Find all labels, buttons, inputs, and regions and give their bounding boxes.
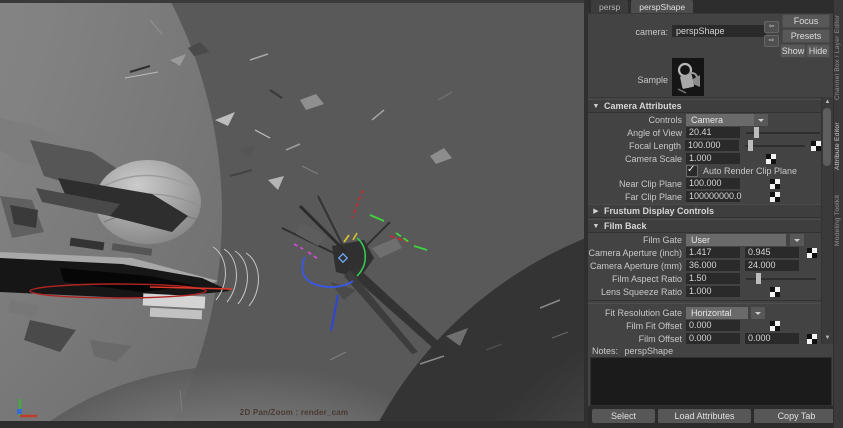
- section-collapsed-icon: ▶: [593, 208, 599, 215]
- sample-swatch[interactable]: [672, 58, 704, 96]
- near-clip-field[interactable]: 100.000: [686, 178, 740, 189]
- auto-render-clip-checkbox[interactable]: [686, 164, 698, 177]
- scroll-down-icon[interactable]: ▼: [823, 334, 832, 343]
- maya-window: 2D Pan/Zoom : render_cam persp perspShap…: [0, 0, 843, 428]
- texture-map-icon[interactable]: [770, 320, 780, 331]
- show-button[interactable]: Show: [780, 44, 806, 58]
- texture-map-icon[interactable]: [770, 178, 780, 189]
- film-gate-dropdown[interactable]: User: [686, 233, 786, 246]
- film-offset-x-field[interactable]: 0.000: [686, 333, 740, 344]
- row-film-aspect: Film Aspect Ratio 1.50: [588, 272, 821, 285]
- aperture-inch-x-field[interactable]: 1.417: [686, 247, 740, 258]
- controls-dropdown[interactable]: Camera: [686, 113, 754, 126]
- viewport-scene: [0, 0, 588, 428]
- row-film-fit-offset: Film Fit Offset 0.000: [588, 319, 821, 332]
- aperture-inch-y-field[interactable]: 0.945: [745, 247, 799, 258]
- panel-scrollbar[interactable]: ▲ ▼: [821, 97, 833, 344]
- separator: [588, 300, 821, 304]
- texture-map-icon[interactable]: [766, 153, 776, 164]
- notes-node-name: perspShape: [624, 346, 674, 356]
- far-clip-field[interactable]: 100000000.0: [686, 191, 742, 202]
- row-near-clip: Near Clip Plane 100.000: [588, 177, 821, 190]
- output-connection-icon[interactable]: ⇨: [764, 35, 779, 47]
- panel-header: camera: perspShape ⇦ ⇨ Focus Presets Sho…: [588, 13, 843, 97]
- attribute-scroll-area: ▼ Camera Attributes Controls Camera Angl…: [588, 97, 821, 345]
- fit-resolution-dropdown[interactable]: Horizontal: [686, 306, 748, 319]
- focal-length-slider[interactable]: [745, 140, 805, 151]
- viewport-3d[interactable]: 2D Pan/Zoom : render_cam: [0, 0, 588, 428]
- chevron-down-icon[interactable]: [751, 306, 765, 319]
- camera-scale-field[interactable]: 1.000: [686, 153, 740, 164]
- vertical-tab-modeling-toolkit[interactable]: Modeling Toolkit: [834, 176, 843, 246]
- texture-map-icon[interactable]: [770, 191, 780, 202]
- row-angle-of-view: Angle of View 20.41: [588, 126, 821, 139]
- presets-button[interactable]: Presets: [782, 29, 830, 43]
- scrollbar-thumb[interactable]: [823, 108, 831, 166]
- row-film-gate: Film Gate User: [588, 233, 821, 246]
- vertical-tab-channel-box[interactable]: Channel Box / Layer Editor: [834, 4, 843, 100]
- lens-squeeze-field[interactable]: 1.000: [686, 286, 740, 297]
- slider-handle[interactable]: [748, 140, 753, 151]
- angle-of-view-slider[interactable]: [746, 127, 820, 138]
- film-aspect-slider[interactable]: [746, 273, 816, 284]
- sample-label: Sample: [637, 75, 668, 85]
- texture-map-icon[interactable]: [807, 247, 817, 258]
- attribute-editor: persp perspShape camera: perspShape ⇦ ⇨ …: [588, 0, 843, 428]
- row-fit-resolution-gate: Fit Resolution Gate Horizontal: [588, 306, 821, 319]
- tab-persp[interactable]: persp: [591, 0, 629, 13]
- load-attributes-button[interactable]: Load Attributes: [658, 409, 751, 423]
- row-film-offset: Film Offset 0.000 0.000: [588, 332, 821, 345]
- camera-sample-icon: [677, 62, 700, 94]
- film-offset-y-field[interactable]: 0.000: [745, 333, 799, 344]
- viewport-bottom-border: [0, 421, 588, 428]
- row-lens-squeeze: Lens Squeeze Ratio 1.000: [588, 285, 821, 298]
- texture-map-icon[interactable]: [770, 286, 780, 297]
- notes-label: Notes:: [592, 346, 619, 356]
- chevron-down-icon[interactable]: [754, 113, 768, 126]
- pan-zoom-hud: 2D Pan/Zoom : render_cam: [239, 408, 349, 417]
- aperture-mm-y-field[interactable]: 24.000: [745, 260, 799, 271]
- panel-footer: Select Load Attributes Copy Tab: [588, 406, 843, 428]
- section-frustum-display[interactable]: ▶ Frustum Display Controls: [588, 204, 821, 218]
- hide-button[interactable]: Hide: [806, 44, 830, 58]
- row-far-clip: Far Clip Plane 100000000.0: [588, 190, 821, 203]
- camera-name-field[interactable]: perspShape: [672, 25, 766, 37]
- section-camera-attributes[interactable]: ▼ Camera Attributes: [588, 99, 821, 113]
- notes-textarea[interactable]: [590, 357, 832, 406]
- row-focal-length: Focal Length 100.000: [588, 139, 821, 152]
- select-button[interactable]: Select: [592, 409, 655, 423]
- texture-map-icon[interactable]: [807, 333, 817, 344]
- copy-tab-button[interactable]: Copy Tab: [754, 409, 839, 423]
- row-controls: Controls Camera: [588, 113, 821, 126]
- angle-of-view-field[interactable]: 20.41: [686, 127, 740, 138]
- section-expanded-icon: ▼: [592, 102, 600, 110]
- right-dock-strip: Channel Box / Layer Editor Attribute Edi…: [833, 0, 843, 428]
- chevron-down-icon[interactable]: [790, 233, 804, 246]
- section-film-back[interactable]: ▼ Film Back: [588, 219, 821, 233]
- node-tabbar: persp perspShape: [588, 0, 843, 14]
- shake-enabled-checkbox[interactable]: [686, 344, 698, 345]
- film-aspect-field[interactable]: 1.50: [686, 273, 740, 284]
- texture-map-icon[interactable]: [811, 140, 821, 151]
- vertical-tab-attribute-editor[interactable]: Attribute Editor: [834, 104, 843, 170]
- tab-perspShape[interactable]: perspShape: [631, 0, 694, 13]
- camera-field-label: camera:: [635, 27, 668, 37]
- aperture-mm-x-field[interactable]: 36.000: [686, 260, 740, 271]
- focal-length-field[interactable]: 100.000: [685, 140, 739, 151]
- film-fit-offset-field[interactable]: 0.000: [686, 320, 740, 331]
- notes-row: Notes: perspShape: [592, 346, 673, 356]
- focus-button[interactable]: Focus: [782, 14, 830, 28]
- input-connection-icon[interactable]: ⇦: [764, 21, 779, 33]
- row-aperture-inch: Camera Aperture (inch) 1.417 0.945: [588, 246, 821, 259]
- slider-handle[interactable]: [756, 273, 761, 284]
- slider-handle[interactable]: [754, 127, 759, 138]
- row-auto-render-clip: Auto Render Clip Plane: [588, 164, 821, 177]
- row-camera-scale: Camera Scale 1.000: [588, 152, 821, 165]
- viewport-top-border: [0, 0, 588, 3]
- section-expanded-icon: ▼: [592, 222, 600, 230]
- row-aperture-mm: Camera Aperture (mm) 36.000 24.000: [588, 259, 821, 272]
- scroll-up-icon[interactable]: ▲: [823, 98, 832, 107]
